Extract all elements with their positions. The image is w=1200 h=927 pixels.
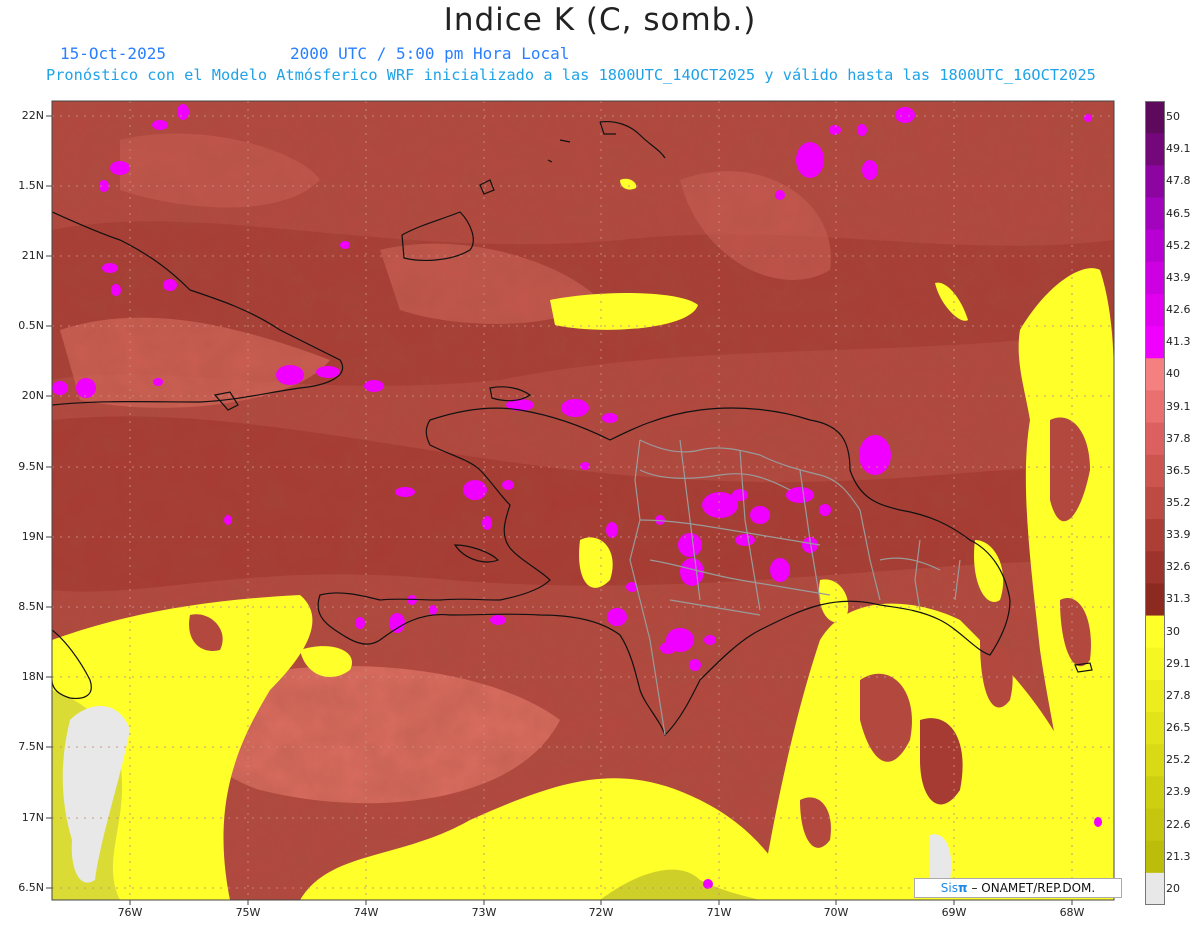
colorbar-swatch: [1145, 358, 1165, 391]
lat-label: 0.5N: [18, 319, 44, 332]
lon-label: 75W: [235, 906, 261, 919]
lat-label: 20N: [21, 389, 44, 402]
colorbar-swatch: [1145, 133, 1165, 166]
colorbar-label: 21.3: [1166, 849, 1191, 863]
lon-label: 72W: [588, 906, 614, 919]
lat-label: 19N: [21, 530, 44, 543]
lon-label: 69W: [941, 906, 967, 919]
colorbar-label: 39.1: [1166, 399, 1191, 413]
colorbar-swatch: [1145, 840, 1165, 874]
colorbar-swatch: [1145, 422, 1165, 456]
colorbar-label: 42.6: [1166, 303, 1191, 317]
lat-label: 1.5N: [18, 179, 44, 192]
lon-label: 74W: [353, 906, 379, 919]
colorbar-label: 45.2: [1166, 238, 1191, 252]
colorbar-swatch: [1145, 326, 1165, 359]
colorbar-label: 33.9: [1166, 528, 1191, 542]
credit-text: – ONAMET/REP.DOM.: [971, 881, 1096, 895]
colorbar-swatch: [1145, 261, 1165, 295]
colorbar-swatch: [1145, 776, 1165, 810]
k-index-map: [46, 100, 1115, 905]
colorbar-swatch: [1145, 197, 1165, 231]
colorbar-label: 49.1: [1166, 142, 1191, 156]
lon-label: 68W: [1059, 906, 1085, 919]
colorbar-swatch: [1145, 519, 1165, 552]
colorbar-label: 20: [1166, 881, 1180, 895]
lat-label: 8.5N: [18, 600, 44, 613]
colorbar-label: 22.6: [1166, 817, 1191, 831]
colorbar-swatch: [1145, 454, 1165, 488]
colorbar-swatch: [1145, 390, 1165, 424]
colorbar-swatch: [1145, 647, 1165, 681]
colorbar-label: 43.9: [1166, 270, 1191, 284]
colorbar-swatch: [1145, 583, 1165, 617]
colorbar-swatch: [1145, 679, 1165, 713]
lon-label: 73W: [471, 906, 497, 919]
colorbar-label: 29.1: [1166, 656, 1191, 670]
colorbar: [1145, 101, 1165, 905]
colorbar-label: 41.3: [1166, 335, 1191, 349]
lat-label: 17N: [21, 811, 44, 824]
colorbar-swatch: [1145, 486, 1165, 520]
colorbar-swatch: [1145, 872, 1165, 905]
lon-label: 70W: [823, 906, 849, 919]
colorbar-swatch: [1145, 712, 1165, 745]
lon-label: 76W: [117, 906, 143, 919]
colorbar-label: 32.6: [1166, 560, 1191, 574]
colorbar-swatch: [1145, 293, 1165, 327]
colorbar-label: 40: [1166, 367, 1180, 381]
colorbar-label: 25.2: [1166, 753, 1191, 767]
lat-label: 18N: [21, 670, 44, 683]
lat-label: 7.5N: [18, 740, 44, 753]
lon-label: 71W: [706, 906, 732, 919]
colorbar-label: 30: [1166, 624, 1180, 638]
colorbar-label: 26.5: [1166, 721, 1191, 735]
colorbar-swatch: [1145, 615, 1165, 649]
colorbar-swatch: [1145, 165, 1165, 198]
lat-label: 6.5N: [18, 881, 44, 894]
colorbar-label: 36.5: [1166, 463, 1191, 477]
lat-label: 9.5N: [18, 460, 44, 473]
colorbar-swatch: [1145, 101, 1165, 134]
colorbar-label: 37.8: [1166, 431, 1191, 445]
colorbar-label: 47.8: [1166, 174, 1191, 188]
colorbar-label: 50: [1166, 110, 1180, 124]
sispi-logo: Sisπ: [940, 881, 968, 895]
colorbar-label: 27.8: [1166, 688, 1191, 702]
credit-badge: Sisπ – ONAMET/REP.DOM.: [914, 878, 1122, 898]
colorbar-swatch: [1145, 229, 1165, 263]
colorbar-swatch: [1145, 744, 1165, 777]
colorbar-swatch: [1145, 551, 1165, 584]
colorbar-swatch: [1145, 808, 1165, 842]
lat-label: 21N: [21, 249, 44, 262]
colorbar-label: 31.3: [1166, 592, 1191, 606]
colorbar-label: 23.9: [1166, 785, 1191, 799]
lat-label: 22N: [21, 109, 44, 122]
colorbar-label: 46.5: [1166, 206, 1191, 220]
colorbar-label: 35.2: [1166, 496, 1191, 509]
